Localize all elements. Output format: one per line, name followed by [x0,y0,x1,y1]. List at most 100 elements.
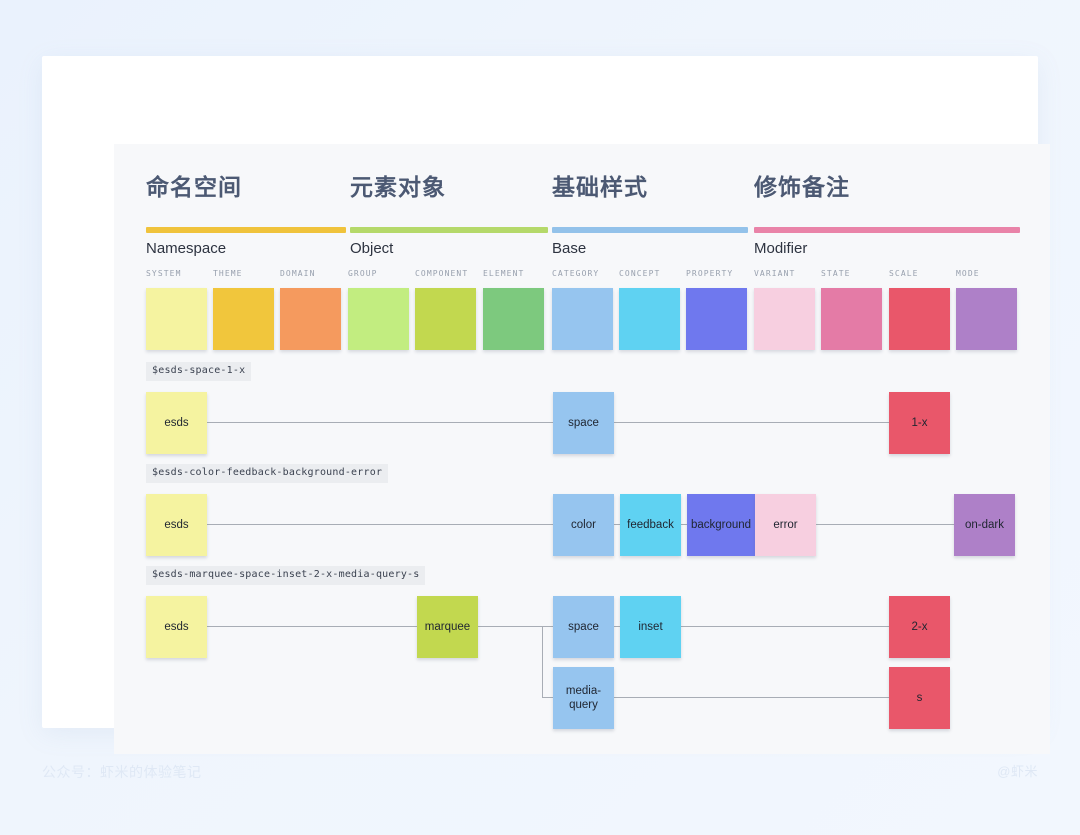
header-accent-bar [754,227,1020,233]
swatch-chip [483,288,544,350]
swatch-cell: CONCEPT [619,268,680,350]
swatch-cell: VARIANT [754,268,815,350]
node-label: media-query [565,685,602,711]
header-title-cn: 命名空间 [146,174,242,200]
node-label: space [568,621,599,633]
swatch-cell: PROPERTY [686,268,747,350]
node-label: 1-x [911,417,928,429]
header-title-cn: 修饰备注 [754,174,850,200]
swatch-chip [821,288,882,350]
node-color: color [553,494,614,556]
connector [614,697,889,698]
page-card: 命名空间 Namespace 元素对象 Object 基础样式 Base 修饰备… [42,56,1050,754]
swatch-cell: THEME [213,268,274,350]
swatch-label: CONCEPT [619,269,661,278]
header-title-en: Namespace [146,240,227,257]
swatch-cell: SYSTEM [146,268,207,350]
swatch-cell: CATEGORY [552,268,613,350]
node-label: s [916,692,923,704]
node-label: error [773,519,798,531]
swatch-label: VARIANT [754,269,796,278]
node-label: background [690,519,752,531]
diagram-panel: 命名空间 Namespace 元素对象 Object 基础样式 Base 修饰备… [114,144,1050,754]
token-name-chip: $esds-space-1-x [146,362,252,381]
connector [816,524,954,525]
node-label: color [571,519,596,531]
connector [681,626,889,627]
swatch-chip [889,288,950,350]
swatch-label: GROUP [348,269,378,278]
connector [542,626,553,627]
swatch-cell: ELEMENT [483,268,544,350]
node-1-x: 1-x [889,392,950,454]
swatch-cell: SCALE [889,268,950,350]
connector [478,626,542,627]
header-accent-bar [350,227,548,233]
footer: 公众号：虾米的体验笔记 @虾米 [0,762,1080,802]
node-inset: inset [620,596,681,658]
node-esds: esds [146,596,207,658]
node-label: on-dark [965,519,1004,531]
token-row-color: $esds-color-feedback-background-error es… [114,464,1050,564]
footer-handle-text: @虾米 [997,764,1038,779]
header-column-modifier: 修饰备注 Modifier [754,172,1020,258]
node-label: space [568,417,599,429]
swatch-chip [552,288,613,350]
token-name-chip: $esds-marquee-space-inset-2-x-media-quer… [146,566,426,585]
header-title-en: Modifier [754,240,808,257]
swatch-chip [415,288,476,350]
header-title-en: Object [350,240,394,257]
token-row-marquee: $esds-marquee-space-inset-2-x-media-quer… [114,566,1050,746]
swatch-label: DOMAIN [280,269,316,278]
node-space: space [553,392,614,454]
swatch-cell: GROUP [348,268,409,350]
swatch-chip [348,288,409,350]
node-label: feedback [627,519,674,531]
swatch-chip [146,288,207,350]
header-column-object: 元素对象 Object [350,172,548,258]
swatch-chip [213,288,274,350]
header-title-en: Base [552,240,587,257]
node-label: esds [164,519,189,531]
header-title-cn: 基础样式 [552,174,648,200]
node-esds: esds [146,494,207,556]
swatch-legend-row: SYSTEM THEME DOMAIN GROUP COMPONENT ELEM… [146,268,1026,356]
node-label: marquee [424,621,471,633]
swatch-cell: STATE [821,268,882,350]
node-label: inset [638,621,663,633]
header-column-namespace: 命名空间 Namespace [146,172,346,258]
header-accent-bar [552,227,748,233]
node-error: error [755,494,816,556]
swatch-label: SYSTEM [146,269,182,278]
node-esds: esds [146,392,207,454]
swatch-label: CATEGORY [552,269,600,278]
node-label: esds [164,621,189,633]
node-on-dark: on-dark [954,494,1015,556]
swatch-label: COMPONENT [415,269,469,278]
connector [207,524,553,525]
node-feedback: feedback [620,494,681,556]
connector [614,422,889,423]
node-space: space [553,596,614,658]
swatch-chip [686,288,747,350]
node-media-query: media-query [553,667,614,729]
swatch-label: SCALE [889,269,919,278]
swatch-chip [280,288,341,350]
swatch-chip [754,288,815,350]
swatch-cell: COMPONENT [415,268,476,350]
swatch-chip [956,288,1017,350]
swatch-label: ELEMENT [483,269,525,278]
token-row-space: $esds-space-1-x esds space 1-x [114,362,1050,462]
header-accent-bar [146,227,346,233]
header-columns: 命名空间 Namespace 元素对象 Object 基础样式 Base 修饰备… [146,172,1020,280]
node-2-x: 2-x [889,596,950,658]
swatch-label: THEME [213,269,243,278]
swatch-label: MODE [956,269,980,278]
connector [207,422,553,423]
node-label: esds [164,417,189,429]
swatch-label: STATE [821,269,851,278]
swatch-cell: MODE [956,268,1017,350]
swatch-cell: DOMAIN [280,268,341,350]
footer-account-text: 公众号：虾米的体验笔记 [42,764,202,780]
node-marquee: marquee [417,596,478,658]
